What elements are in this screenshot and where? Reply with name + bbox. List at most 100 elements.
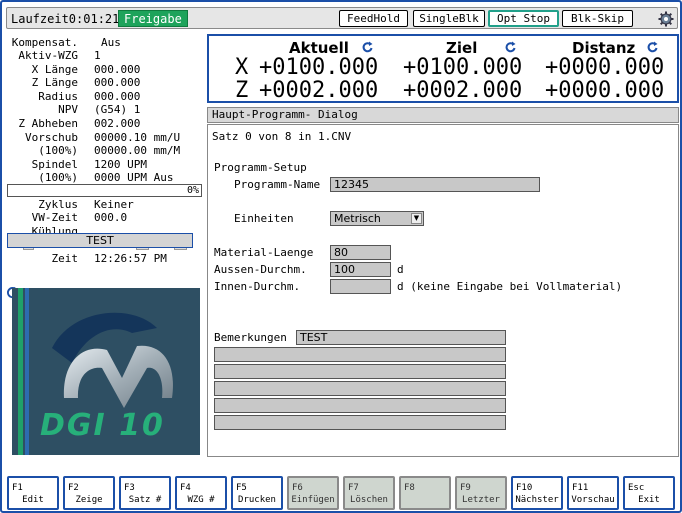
status-row: Z Abheben 002.000 — [7, 117, 203, 130]
f2-show-button[interactable]: F2 Zeige — [63, 476, 115, 510]
refresh-icon[interactable] — [646, 41, 658, 53]
remarks-line[interactable] — [214, 347, 506, 362]
z-distance: +0000.000 — [545, 78, 665, 103]
dwell-label: VW-Zeit — [31, 211, 78, 224]
dwell-value: 000.0 — [94, 211, 128, 224]
fkey-code: F7 — [348, 483, 359, 493]
status-value: (G54) 1 — [94, 103, 141, 116]
fkey-label: Satz # — [128, 495, 162, 505]
chevron-down-icon: ▼ — [411, 213, 422, 224]
inner-diameter-label: Innen-Durchm. — [214, 280, 301, 293]
status-label: Spindel — [31, 158, 78, 171]
status-value: 002.000 — [94, 117, 141, 130]
status-row: (100%) 00000.00 mm/M — [7, 144, 203, 157]
remarks-label: Bemerkungen — [214, 331, 287, 344]
remarks-line[interactable]: TEST — [296, 330, 506, 345]
time-row: Zeit 12:26:57 PM — [7, 252, 203, 265]
status-value: 0000 UPM Aus — [94, 171, 174, 184]
remarks-line[interactable] — [214, 398, 506, 413]
material-length-input[interactable]: 80 — [330, 245, 391, 260]
time-label: Zeit — [51, 252, 79, 265]
status-label: (100%) — [38, 144, 78, 157]
fkey-label: Exit — [638, 495, 660, 505]
units-select[interactable]: Metrisch ▼ — [330, 211, 424, 226]
fkey-code: F5 — [236, 483, 247, 493]
f3-block-button[interactable]: F3 Satz # — [119, 476, 171, 510]
units-label: Einheiten — [234, 212, 294, 225]
z-target: +0002.000 — [403, 78, 523, 103]
f9-previous-button[interactable]: F9 Letzter — [455, 476, 507, 510]
cycle-value: Keiner — [94, 198, 134, 211]
progress-bar: 0% — [7, 184, 202, 197]
setup-heading: Programm-Setup — [214, 161, 307, 174]
status-value: Aus — [101, 36, 121, 49]
fkey-code: F3 — [124, 483, 135, 493]
f4-tool-button[interactable]: F4 WZG # — [175, 476, 227, 510]
f6-insert-button[interactable]: F6 Einfügen — [287, 476, 339, 510]
status-row: Kompensat. Aus — [7, 36, 203, 49]
status-label: X Länge — [31, 63, 78, 76]
time-value: 12:26:57 PM — [94, 252, 167, 265]
f10-next-button[interactable]: F10 Nächster — [511, 476, 563, 510]
status-label: Z Abheben — [18, 117, 78, 130]
f7-delete-button[interactable]: F7 Löschen — [343, 476, 395, 510]
status-value: 00000.00 mm/M — [94, 144, 181, 157]
refresh-icon[interactable] — [361, 41, 373, 53]
fkey-label: Drucken — [238, 495, 276, 505]
f5-print-button[interactable]: F5 Drucken — [231, 476, 283, 510]
fkey-code: F10 — [516, 483, 533, 493]
remarks-line[interactable] — [214, 381, 506, 396]
x-distance: +0000.000 — [545, 55, 665, 80]
z-actual: +0002.000 — [259, 78, 379, 103]
status-value: 1 — [94, 49, 101, 62]
program-name-display: TEST — [7, 233, 193, 248]
fkey-label: Vorschau — [571, 495, 615, 505]
release-status-badge: Freigabe — [118, 10, 188, 27]
remarks-line[interactable] — [214, 364, 506, 379]
status-label: Aktiv-WZG — [18, 49, 78, 62]
status-value: 000.000 — [94, 90, 141, 103]
singleblk-button[interactable]: SingleBlk — [413, 10, 485, 27]
f11-preview-button[interactable]: F11 Vorschau — [567, 476, 619, 510]
status-bar: Laufzeit0:01:21 Freigabe FeedHold Single… — [6, 7, 678, 29]
status-label: Kompensat. — [11, 36, 78, 49]
status-label: (100%) — [38, 171, 78, 184]
fkey-label: Einfügen — [291, 495, 335, 505]
program-name-input[interactable]: 12345 — [330, 177, 540, 192]
status-value: 00000.10 mm/U — [94, 131, 181, 144]
refresh-icon[interactable] — [504, 41, 516, 53]
cycle-row: Zyklus Keiner — [7, 198, 203, 211]
fkey-label: Zeige — [75, 495, 103, 505]
opt-stop-button[interactable]: Opt Stop — [488, 10, 559, 27]
program-name-label: Programm-Name — [234, 178, 321, 191]
fkey-label: WZG # — [187, 495, 215, 505]
main-window: Laufzeit0:01:21 Freigabe FeedHold Single… — [0, 0, 682, 513]
gear-icon[interactable] — [658, 11, 674, 27]
status-row: NPV (G54) 1 — [7, 103, 203, 116]
inner-diameter-input[interactable] — [330, 279, 391, 294]
runtime-display: Laufzeit0:01:21 — [11, 12, 120, 26]
x-actual: +0100.000 — [259, 55, 379, 80]
fkey-label: Löschen — [350, 495, 388, 505]
status-row: Aktiv-WZG 1 — [7, 49, 203, 62]
feedhold-button[interactable]: FeedHold — [339, 10, 408, 27]
fkey-code: F8 — [404, 483, 415, 493]
status-row: Z Länge 000.000 — [7, 76, 203, 89]
fkey-code: F9 — [460, 483, 471, 493]
blk-skip-button[interactable]: Blk-Skip — [562, 10, 633, 27]
fkey-code: F1 — [12, 483, 23, 493]
fkey-code: F6 — [292, 483, 303, 493]
units-select-value: Metrisch — [334, 212, 381, 225]
fkey-code: F2 — [68, 483, 79, 493]
status-label: Z Länge — [31, 76, 78, 89]
position-display: Aktuell Ziel Distanz X +0100.000 +0100.0… — [207, 34, 679, 103]
fkey-label: Nächster — [515, 495, 559, 505]
f8-button[interactable]: F8 — [399, 476, 451, 510]
dgi-logo: DGI 10 — [12, 288, 200, 455]
remarks-line[interactable] — [214, 415, 506, 430]
f1-edit-button[interactable]: F1 Edit — [7, 476, 59, 510]
outer-diameter-input[interactable]: 100 — [330, 262, 391, 277]
status-label: Vorschub — [25, 131, 78, 144]
status-label: NPV — [58, 103, 78, 116]
esc-exit-button[interactable]: Esc Exit — [623, 476, 675, 510]
